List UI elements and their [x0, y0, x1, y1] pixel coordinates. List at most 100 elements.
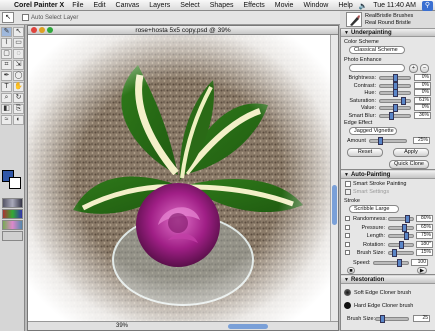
play-button[interactable]: ▶	[417, 267, 427, 274]
restoration-brush-size-knob[interactable]	[380, 315, 385, 323]
stroke-dropdown[interactable]: Scribble Large	[349, 205, 399, 213]
brushsize-slider[interactable]	[388, 249, 414, 257]
reset-button[interactable]: Reset	[347, 148, 383, 157]
smart-stroke-checkbox[interactable]	[345, 181, 351, 187]
volume-icon[interactable]: 🔈	[358, 2, 367, 10]
dropper-tool-icon[interactable]: ⌇	[1, 38, 12, 48]
save-preset-icon[interactable]: +	[409, 64, 418, 73]
brush-tool-icon[interactable]: ✎	[1, 27, 12, 37]
randomness-toggle[interactable]	[345, 216, 350, 221]
layer-adjuster-icon[interactable]: ↖	[2, 12, 14, 23]
pen-tool-icon[interactable]: ✒	[1, 71, 12, 81]
menu-help[interactable]: Help	[338, 2, 352, 9]
rectangle-select-icon[interactable]: ▢	[1, 49, 12, 59]
hue-value[interactable]: 0%	[414, 89, 431, 96]
saturation-slider-knob[interactable]	[401, 96, 406, 105]
image-canvas[interactable]	[28, 35, 331, 323]
rotation-slider[interactable]	[388, 240, 414, 249]
paint-bucket-icon[interactable]: ◧	[1, 104, 12, 114]
length-toggle[interactable]	[345, 233, 350, 238]
crop-tool-icon[interactable]: ⌗	[1, 60, 12, 70]
underpainting-header[interactable]: ▼ Underpainting	[341, 29, 435, 37]
restoration-header[interactable]: ▼ Restoration	[341, 276, 435, 284]
menu-layers[interactable]: Layers	[149, 2, 170, 9]
apply-button[interactable]: Apply	[393, 148, 429, 157]
speed-slider[interactable]	[373, 259, 409, 267]
hard-edge-cloner-row[interactable]: Hard Edge Cloner brush	[344, 300, 432, 311]
paper-selector[interactable]	[2, 198, 23, 208]
restoration-brush-size-value[interactable]: 25	[413, 315, 430, 322]
menu-window[interactable]: Window	[303, 2, 328, 9]
pressure-slider[interactable]	[388, 223, 414, 232]
brightness-value[interactable]: 0%	[414, 74, 431, 81]
blender-tool-icon[interactable]: ≈	[1, 115, 12, 125]
randomness-value[interactable]: 80%	[416, 215, 433, 222]
zoom-level[interactable]: 39%	[116, 323, 128, 329]
smart-settings-checkbox[interactable]	[345, 189, 351, 195]
collapse-triangle-icon[interactable]: ▼	[344, 30, 349, 36]
rotation-toggle[interactable]	[345, 241, 350, 247]
brush-category-name[interactable]: RealBristle Brushes	[365, 13, 413, 20]
menu-edit[interactable]: Edit	[93, 2, 105, 9]
app-menu[interactable]: Corel Painter X	[14, 2, 64, 9]
cloner-tool-icon[interactable]: ⎘	[13, 104, 24, 114]
brightness-slider[interactable]	[379, 74, 411, 82]
lasso-tool-icon[interactable]: ◌	[13, 49, 24, 59]
length-value[interactable]: 75%	[416, 232, 433, 239]
photo-enhance-dropdown[interactable]	[349, 64, 405, 72]
text-tool-icon[interactable]: T	[1, 82, 12, 92]
soft-edge-cloner-row[interactable]: Soft Edge Cloner brush	[344, 287, 432, 298]
collapse-triangle-icon[interactable]: ▼	[344, 172, 349, 178]
delete-preset-icon[interactable]: −	[420, 64, 429, 73]
saturation-value[interactable]: 61%	[414, 96, 431, 104]
smartblur-slider[interactable]	[379, 111, 411, 120]
pressure-toggle[interactable]	[345, 224, 350, 230]
length-slider[interactable]	[388, 232, 414, 240]
auto-select-layer-checkbox[interactable]	[22, 14, 29, 21]
menu-movie[interactable]: Movie	[275, 2, 294, 9]
menu-canvas[interactable]: Canvas	[116, 2, 140, 9]
nozzle-selector[interactable]	[2, 231, 23, 241]
shape-tool-icon[interactable]: ◯	[13, 71, 24, 81]
value-value[interactable]: 0%	[414, 104, 431, 111]
horizontal-scroll-thumb[interactable]	[228, 323, 269, 329]
randomness-slider[interactable]	[388, 215, 414, 223]
dodge-tool-icon[interactable]: ◐	[13, 115, 24, 125]
hue-slider[interactable]	[379, 89, 411, 97]
document-title-bar[interactable]: rose+hosta 5x5 copy.psd @ 39%	[28, 26, 338, 35]
collapse-triangle-icon[interactable]: ▼	[344, 277, 349, 283]
layer-adjuster-tool-icon[interactable]: ↖	[13, 27, 24, 37]
pattern-selector[interactable]	[2, 220, 23, 230]
amount-value[interactable]: 25%	[413, 137, 430, 144]
saturation-slider[interactable]	[379, 96, 411, 105]
menu-shapes[interactable]: Shapes	[210, 2, 234, 9]
pressure-slider-knob[interactable]	[402, 223, 407, 232]
speed-slider-knob[interactable]	[397, 259, 402, 267]
eraser-tool-icon[interactable]: ▭	[13, 38, 24, 48]
edge-effect-dropdown[interactable]: Jagged Vignette	[349, 127, 397, 135]
rotate-page-icon[interactable]: ↻	[13, 93, 24, 103]
brush-variant-name[interactable]: Real Round Bristle	[365, 20, 413, 27]
grabber-tool-icon[interactable]: ✋	[13, 82, 24, 92]
menu-file[interactable]: File	[72, 2, 83, 9]
transform-tool-icon[interactable]: ⇲	[13, 60, 24, 70]
randomness-slider-knob[interactable]	[405, 215, 410, 223]
contrast-value[interactable]: 0%	[414, 81, 431, 89]
vertical-scroll-thumb[interactable]	[332, 185, 337, 225]
menu-effects[interactable]: Effects	[244, 2, 265, 9]
smartblur-value[interactable]: 36%	[414, 111, 431, 119]
brushsize-toggle[interactable]	[345, 250, 350, 255]
quick-clone-button[interactable]: Quick Clone	[389, 160, 429, 169]
auto-painting-header[interactable]: ▼ Auto-Painting	[341, 171, 435, 179]
length-slider-knob[interactable]	[404, 232, 409, 240]
contrast-slider[interactable]	[379, 81, 411, 90]
value-slider[interactable]	[379, 104, 411, 112]
menu-select[interactable]: Select	[180, 2, 199, 9]
rotation-slider-knob[interactable]	[399, 240, 404, 249]
magnifier-tool-icon[interactable]: ⌕	[1, 93, 12, 103]
rotation-value[interactable]: 180°	[416, 240, 433, 248]
horizontal-scrollbar[interactable]: 39%	[28, 321, 338, 330]
brushsize-value[interactable]: 15%	[416, 249, 433, 256]
stop-button[interactable]: ■	[347, 267, 355, 274]
color-scheme-dropdown[interactable]: Classical Scheme	[349, 46, 405, 54]
